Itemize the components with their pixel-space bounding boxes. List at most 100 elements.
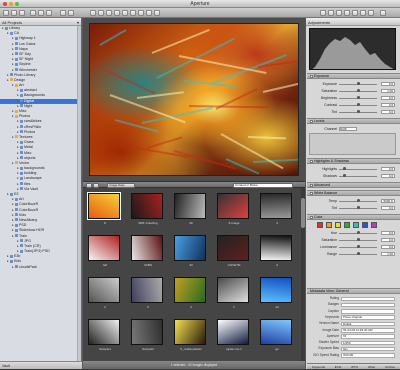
import-icon[interactable]	[19, 10, 25, 16]
slider-value-field[interactable]: 5000 K	[381, 199, 395, 203]
light-table-icon[interactable]	[360, 10, 366, 16]
slider-value-field[interactable]: 0.0	[381, 167, 395, 171]
metadata-value-field[interactable]	[341, 296, 395, 301]
retouch-tool-icon[interactable]	[154, 10, 160, 16]
split-view-icon[interactable]	[38, 10, 44, 16]
viewer-view-icon[interactable]	[46, 10, 52, 16]
thumbnail[interactable]: 5_nvidia-plaster	[173, 318, 211, 356]
slider-knob[interactable]	[357, 245, 360, 249]
straighten-tool-icon[interactable]	[122, 10, 128, 16]
enable-checkbox[interactable]	[310, 183, 313, 187]
color-swatch[interactable]	[353, 222, 359, 228]
slider-knob[interactable]	[357, 103, 360, 107]
enable-checkbox[interactable]	[310, 191, 313, 195]
thumbnail[interactable]: 4	[173, 276, 211, 314]
advanced-section[interactable]: Advanced	[307, 182, 400, 188]
slider-value-field[interactable]: 0.0	[381, 231, 395, 235]
slider-value-field[interactable]: 1.00	[381, 89, 395, 93]
thumbnail[interactable]: Sample1	[87, 318, 125, 356]
stack-icon[interactable]	[68, 10, 74, 16]
red-eye-tool-icon[interactable]	[146, 10, 152, 16]
metadata-value-field[interactable]: Digital	[341, 321, 395, 327]
slider-knob[interactable]	[342, 167, 346, 171]
thumbnail[interactable]: jupiter-inv-1	[216, 318, 254, 356]
rotate-left-icon[interactable]	[90, 10, 96, 16]
color-swatch[interactable]	[317, 222, 323, 228]
new-folder-icon[interactable]	[11, 10, 17, 16]
main-photo[interactable]	[89, 23, 299, 176]
metadata-tab[interactable]: Other	[368, 364, 376, 369]
thumbnail[interactable]: fall	[87, 234, 125, 272]
slider-knob[interactable]	[357, 206, 360, 210]
library-header[interactable]: All Projects ▾	[0, 18, 81, 26]
rotate-right-icon[interactable]	[98, 10, 104, 16]
thumbnail[interactable]: 5-image	[216, 192, 254, 230]
slider-value-field[interactable]: 1.00	[381, 252, 395, 256]
browser-view-icon[interactable]	[30, 10, 36, 16]
thumbnail[interactable]: 29	[173, 192, 211, 230]
library-scrollbar[interactable]	[77, 26, 81, 361]
selection-tool-icon[interactable]	[106, 10, 112, 16]
slider-knob[interactable]	[357, 199, 360, 203]
email-icon[interactable]	[336, 10, 342, 16]
thumbnail[interactable]: CFBS	[130, 234, 168, 272]
color-swatch[interactable]	[326, 222, 332, 228]
metadata-view-header[interactable]: Metadata View: General	[307, 288, 400, 294]
slider-knob[interactable]	[357, 82, 360, 86]
slider-knob[interactable]	[357, 231, 360, 235]
slider-value-field[interactable]: 0.0	[381, 245, 395, 249]
slider-knob[interactable]	[357, 89, 360, 93]
slider-knob[interactable]	[357, 252, 360, 256]
print-icon[interactable]	[368, 10, 374, 16]
thumbnail[interactable]: 3	[130, 276, 168, 314]
thumbnail[interactable]: 33	[173, 234, 211, 272]
slider-value-field[interactable]: 0.0	[381, 96, 395, 100]
slider-value-field[interactable]: 0.0	[381, 82, 395, 86]
white-balance-section[interactable]: White Balance	[307, 190, 400, 196]
enable-checkbox[interactable]	[310, 119, 313, 123]
highlights-shadows-section[interactable]: Highlights & Shadows	[307, 158, 400, 164]
metadata-value-field[interactable]: f/4	[341, 334, 395, 339]
thumbnail[interactable]: 14	[259, 276, 297, 314]
slider-knob[interactable]	[357, 238, 360, 242]
metadata-value-field[interactable]: 03-24-09 11:29:40 AM	[341, 328, 395, 333]
metadata-tab[interactable]: EXIF	[335, 364, 342, 369]
thumbnail[interactable]: gs	[259, 318, 297, 356]
thumbnail[interactable]: d	[259, 234, 297, 272]
metadata-value-field[interactable]	[341, 302, 395, 308]
color-swatch[interactable]	[335, 222, 341, 228]
slider-knob[interactable]	[357, 96, 360, 100]
inspector-icon[interactable]	[328, 10, 334, 16]
web-page-icon[interactable]	[344, 10, 350, 16]
color-swatch[interactable]	[371, 222, 377, 228]
levels-graph[interactable]	[309, 133, 396, 155]
enable-checkbox[interactable]	[310, 215, 313, 219]
levels-section[interactable]: Levels	[307, 118, 400, 124]
hud-icon[interactable]	[320, 10, 326, 16]
exposure-section[interactable]: Exposure	[307, 73, 400, 79]
metadata-tab[interactable]: Keywords	[312, 364, 325, 369]
fullscreen-icon[interactable]	[380, 10, 386, 16]
thumbnail[interactable]: 4	[259, 192, 297, 230]
lift-stamp-tool-icon[interactable]	[138, 10, 144, 16]
metadata-value-field[interactable]: 1/250	[341, 340, 395, 346]
color-swatch[interactable]	[362, 222, 368, 228]
slider-value-field[interactable]: 0.0	[381, 110, 395, 114]
new-project-icon[interactable]	[3, 10, 9, 16]
thumbnail[interactable]: COVETM	[216, 234, 254, 272]
metadata-value-field[interactable]: ISO100	[341, 353, 395, 358]
library-item[interactable]: ▸ cloudsPark	[0, 265, 81, 270]
loupe-tool-icon[interactable]	[130, 10, 136, 16]
crop-tool-icon[interactable]	[114, 10, 120, 16]
slider-value-field[interactable]: 0.0	[381, 174, 395, 178]
primary-only-icon[interactable]	[60, 10, 66, 16]
metadata-value-field[interactable]: Photo Original	[341, 315, 395, 320]
slider-knob[interactable]	[357, 110, 360, 114]
enable-checkbox[interactable]	[310, 74, 313, 78]
slider-knob[interactable]	[342, 174, 346, 178]
metadata-tab[interactable]: Archive	[385, 364, 395, 369]
thumbnail[interactable]: h	[216, 276, 254, 314]
color-swatch[interactable]	[344, 222, 350, 228]
thumbnail[interactable]: SMF Crashing	[130, 192, 168, 230]
thumbnail[interactable]: 8	[87, 192, 125, 230]
